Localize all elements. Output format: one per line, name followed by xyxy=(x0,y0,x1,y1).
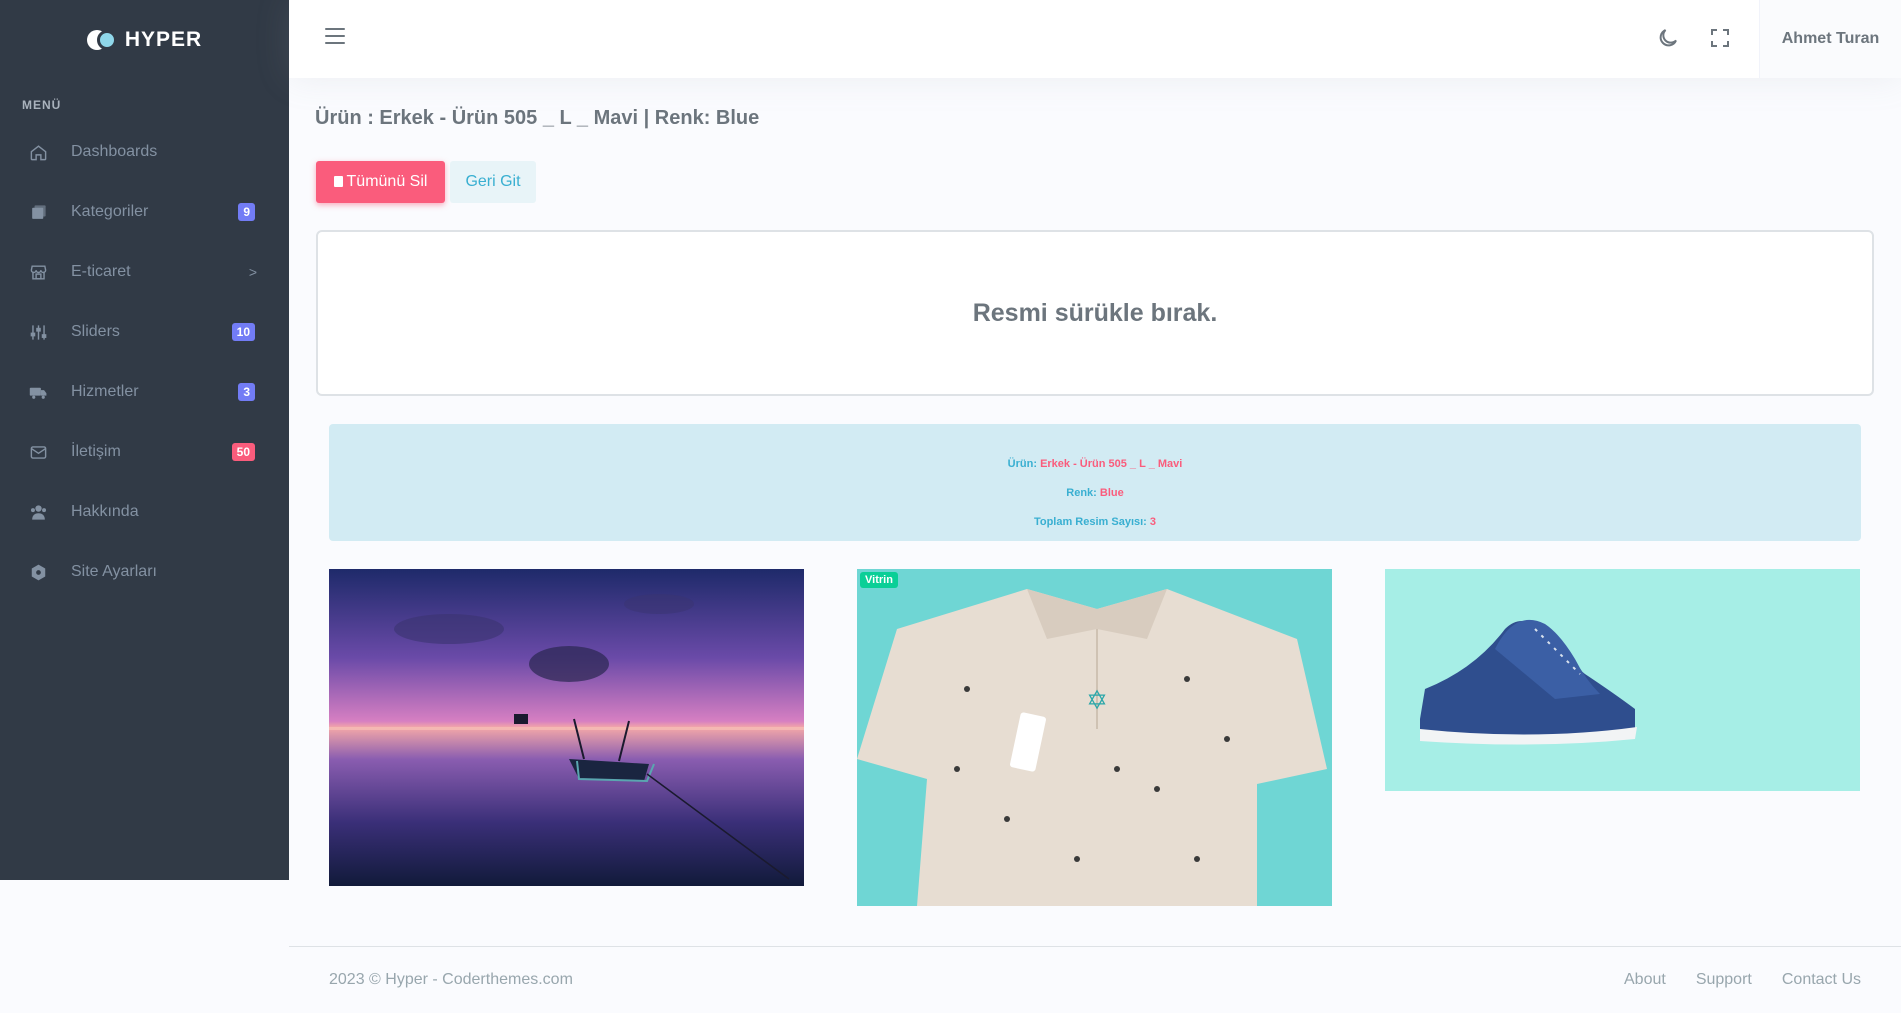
sidebar-item-label: Sliders xyxy=(71,323,120,340)
store-icon xyxy=(28,262,48,282)
sidebar-item-label: Hizmetler xyxy=(71,383,139,400)
kategoriler-count-badge: 9 xyxy=(238,203,255,221)
brand-name: HYPER xyxy=(124,28,203,51)
sidebar-item-eticaret[interactable]: E-ticaret > xyxy=(0,242,289,302)
blue-sneaker-image[interactable] xyxy=(1385,569,1860,791)
go-back-button[interactable]: Geri Git xyxy=(450,161,536,203)
mail-icon xyxy=(28,442,48,462)
copy-icon xyxy=(28,202,48,222)
truck-icon xyxy=(28,382,48,402)
sidebar-item-hakkinda[interactable]: Hakkında xyxy=(0,482,289,542)
hyper-logo-icon xyxy=(86,29,119,51)
delete-all-label: Tümünü Sil xyxy=(346,173,428,190)
sidebar-item-label: Hakkında xyxy=(71,503,139,520)
sidebar-item-hizmetler[interactable]: Hizmetler 3 xyxy=(0,362,289,422)
dropzone-text: Resmi sürükle bırak. xyxy=(972,298,1218,327)
sidebar: HYPER MENÜ Dashboards Kategoriler 9 E-ti… xyxy=(0,0,289,880)
boat-sunset-image[interactable] xyxy=(329,569,804,886)
chevron-right-icon: > xyxy=(248,264,257,280)
hizmetler-count-badge: 3 xyxy=(238,383,255,401)
users-icon xyxy=(28,502,48,522)
settings-icon xyxy=(28,562,48,582)
sidebar-item-iletisim[interactable]: İletişim 50 xyxy=(0,422,289,482)
sidebar-item-label: Site Ayarları xyxy=(71,563,157,580)
showcase-badge: Vitrin xyxy=(860,572,898,588)
fullscreen-icon[interactable] xyxy=(1708,26,1732,50)
trash-icon xyxy=(333,175,343,187)
sliders-count-badge: 10 xyxy=(231,323,255,341)
iletisim-count-badge: 50 xyxy=(231,443,255,461)
user-menu[interactable]: Ahmet Turan xyxy=(1759,0,1901,78)
footer-links: About Support Contact Us xyxy=(1624,971,1861,989)
sidebar-item-label: E-ticaret xyxy=(71,263,131,280)
page-title: Ürün : Erkek - Ürün 505 _ L _ Mavi | Ren… xyxy=(315,107,760,129)
sidebar-item-dashboards[interactable]: Dashboards xyxy=(0,122,289,182)
footer: 2023 © Hyper - Coderthemes.com About Sup… xyxy=(289,946,1901,1013)
info-product-line: Ürün: Erkek - Ürün 505 _ L _ Mavi xyxy=(1007,458,1183,470)
copyright: 2023 © Hyper - Coderthemes.com xyxy=(329,971,573,988)
product-info-alert: Ürün: Erkek - Ürün 505 _ L _ Mavi Renk: … xyxy=(329,424,1861,541)
sidebar-item-label: İletişim xyxy=(71,443,121,460)
footer-link-about[interactable]: About xyxy=(1624,971,1666,989)
menu-toggle-icon[interactable] xyxy=(325,28,345,48)
user-name: Ahmet Turan xyxy=(1781,30,1880,47)
info-color-line: Renk: Blue xyxy=(1066,487,1124,499)
brand-logo[interactable]: HYPER xyxy=(0,0,289,80)
sidebar-item-sliders[interactable]: Sliders 10 xyxy=(0,302,289,362)
sidebar-item-site-ayarlari[interactable]: Site Ayarları xyxy=(0,542,289,602)
home-icon xyxy=(28,142,48,162)
info-count-line: Toplam Resim Sayısı: 3 xyxy=(1033,516,1157,528)
moon-icon[interactable] xyxy=(1656,26,1680,50)
footer-link-support[interactable]: Support xyxy=(1696,971,1752,989)
svg-text:✡: ✡ xyxy=(1086,686,1108,716)
image-dropzone[interactable]: Resmi sürükle bırak. xyxy=(316,230,1874,396)
sidebar-item-label: Dashboards xyxy=(71,143,158,160)
sidebar-item-label: Kategoriler xyxy=(71,203,149,220)
sliders-icon xyxy=(28,322,48,342)
polo-shirt-image[interactable]: ✡ xyxy=(857,569,1332,906)
sidebar-item-kategoriler[interactable]: Kategoriler 9 xyxy=(0,182,289,242)
footer-link-contact[interactable]: Contact Us xyxy=(1782,971,1861,989)
delete-all-button[interactable]: Tümünü Sil xyxy=(316,161,445,203)
menu-title: MENÜ xyxy=(22,98,62,112)
topbar: Ahmet Turan xyxy=(289,0,1901,78)
